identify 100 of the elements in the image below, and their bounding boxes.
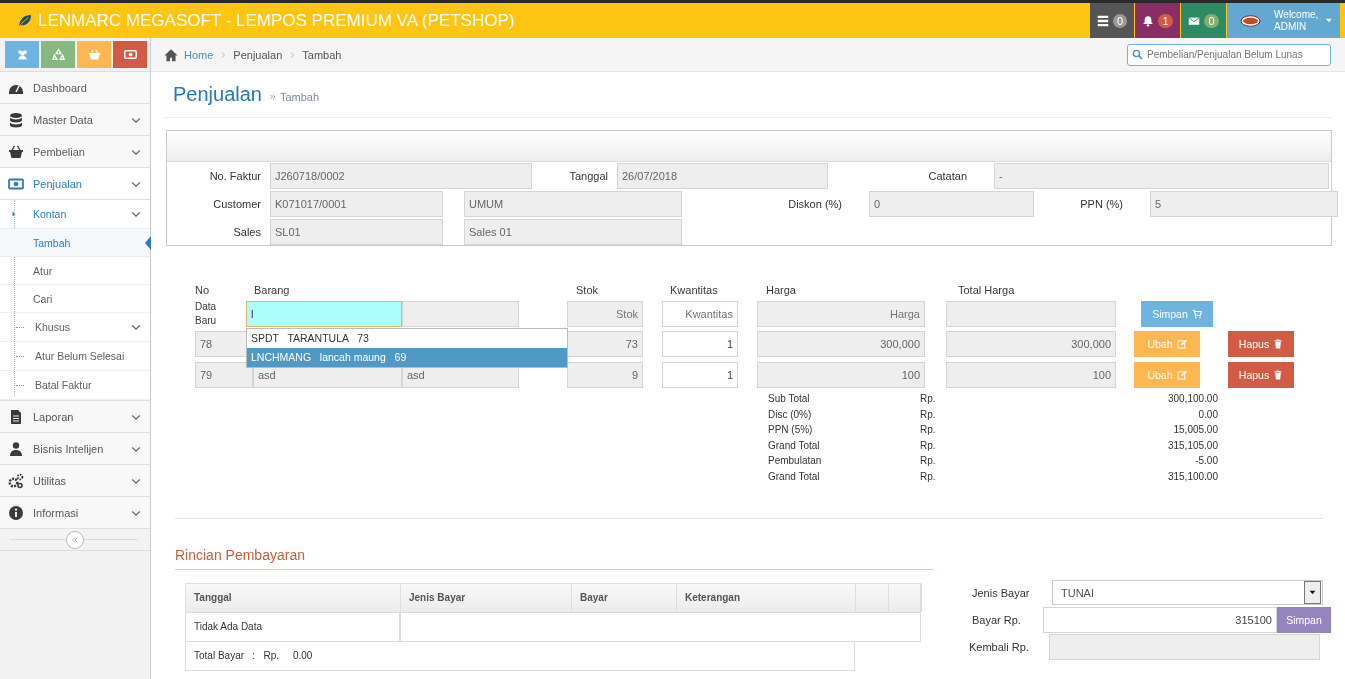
- tax-field[interactable]: 5: [1150, 191, 1338, 217]
- column-header: Total Harga: [957, 283, 1016, 296]
- column-header: Tanggal: [186, 583, 401, 612]
- submenu-item[interactable]: Khusus: [0, 313, 150, 342]
- column-header: Barang: [253, 283, 291, 296]
- currency-label: Rp.: [920, 392, 937, 406]
- delete-button[interactable]: Hapus: [1228, 331, 1294, 357]
- price-field[interactable]: 100: [757, 362, 925, 388]
- submenu-item[interactable]: Cari: [0, 285, 150, 313]
- search-icon: [1132, 49, 1143, 60]
- notifications-button[interactable]: 1: [1135, 3, 1180, 38]
- document-icon: [8, 408, 24, 425]
- delete-button[interactable]: Hapus: [1228, 362, 1294, 388]
- home-icon: [164, 47, 178, 62]
- sales-name-field[interactable]: Sales 01: [464, 219, 682, 245]
- user-icon: [8, 440, 24, 457]
- date-field[interactable]: 26/07/2018: [617, 163, 828, 189]
- column-header: Jenis Bayar: [401, 583, 572, 612]
- shortcut-button[interactable]: [5, 41, 39, 68]
- submenu-item[interactable]: Tambah: [0, 229, 150, 257]
- cart-icon: [1191, 309, 1202, 319]
- tasks-button[interactable]: 0: [1090, 3, 1134, 38]
- shortcut-button[interactable]: [41, 41, 75, 68]
- total-price-field[interactable]: 300,000: [946, 331, 1116, 357]
- search-field[interactable]: Pembelian/Penjualan Belum Lunas: [1127, 43, 1331, 66]
- customer-name-field[interactable]: UMUM: [464, 191, 682, 217]
- payment-type-select[interactable]: TUNAI: [1052, 580, 1323, 606]
- quantity-field[interactable]: 1: [662, 362, 738, 388]
- currency-label: Rp.: [920, 423, 937, 438]
- sidebar-item[interactable]: Pembelian: [0, 136, 150, 168]
- chevron-right-icon: [219, 50, 228, 59]
- field-label: Kembali Rp.: [969, 640, 1030, 653]
- discount-field[interactable]: 0: [869, 191, 1034, 217]
- currency-label: Rp.: [920, 454, 937, 469]
- total-value: 315,105.00: [1166, 438, 1218, 453]
- table-cell: Total Bayar : Rp. 0.00: [185, 641, 855, 671]
- autocomplete-option[interactable]: LNCHMANG lancah maung 69: [247, 348, 567, 367]
- stock-field[interactable]: Stok: [567, 301, 643, 327]
- column-header: Keterangan: [677, 583, 856, 612]
- submenu-item[interactable]: Atur: [0, 257, 150, 285]
- item-name-field[interactable]: [402, 301, 519, 327]
- currency-label: Rp.: [920, 438, 937, 453]
- submenu-item[interactable]: Atur Belum Selesai: [0, 342, 150, 371]
- sidebar-item[interactable]: Bisnis Intelijen: [0, 433, 150, 465]
- sidebar-item[interactable]: Informasi: [0, 497, 150, 529]
- total-value: 0.00: [1197, 407, 1218, 422]
- total-value: 315,100.00: [1166, 469, 1218, 484]
- total-value: 15,005.00: [1172, 423, 1218, 438]
- price-field[interactable]: 300,000: [757, 331, 925, 357]
- sidebar-item[interactable]: Penjualan: [0, 168, 150, 200]
- total-label: Pembulatan: [768, 454, 823, 469]
- page-title: Penjualan: [173, 83, 262, 106]
- quantity-field[interactable]: Kwantitas: [662, 301, 738, 327]
- database-icon: [8, 111, 24, 128]
- basket-icon: [87, 48, 101, 61]
- column-header: Kwantitas: [669, 283, 719, 296]
- price-field[interactable]: Harga: [757, 301, 925, 327]
- total-label: Grand Total: [768, 438, 821, 453]
- row-number-field[interactable]: 79: [195, 362, 253, 388]
- invoice-number-field[interactable]: J260718/0002: [270, 163, 532, 189]
- shortcut-button[interactable]: [113, 41, 147, 68]
- customer-code-field[interactable]: K071017/0001: [270, 191, 443, 217]
- bell-icon: [1142, 14, 1155, 27]
- column-header: Stok: [575, 283, 599, 296]
- column-header: No: [195, 283, 211, 296]
- breadcrumb-link[interactable]: Home: [184, 48, 214, 61]
- total-value: -5.00: [1194, 454, 1218, 469]
- double-chevron-right-icon: [268, 93, 277, 101]
- section-title: Rincian Pembayaran: [175, 546, 933, 570]
- total-price-field[interactable]: 100: [946, 362, 1116, 388]
- breadcrumb-item: Tambah: [302, 48, 342, 61]
- field-label: Tanggal: [568, 170, 609, 182]
- quantity-field[interactable]: 1: [662, 331, 738, 357]
- change-field[interactable]: [1049, 633, 1320, 660]
- currency-label: Rp.: [920, 407, 937, 422]
- double-chevron-left-icon: [70, 534, 80, 545]
- submenu-item[interactable]: Batal Faktur: [0, 371, 150, 400]
- collapse-sidebar-button[interactable]: [66, 530, 84, 549]
- table-cell: Tidak Ada Data: [185, 612, 400, 642]
- breadcrumb-item: Penjualan: [233, 48, 283, 61]
- stock-field[interactable]: 73: [567, 331, 643, 357]
- sidebar-item[interactable]: Utilitas: [0, 465, 150, 497]
- row-label: Data Baru: [195, 300, 218, 328]
- sales-code-field[interactable]: SL01: [270, 219, 443, 245]
- tasks-icon: [1096, 14, 1109, 27]
- sidebar-item[interactable]: Master Data: [0, 104, 150, 136]
- notes-field[interactable]: -: [994, 163, 1329, 189]
- sidebar-item[interactable]: Dashboard: [0, 72, 150, 104]
- total-value: 300,100.00: [1166, 392, 1218, 406]
- stock-field[interactable]: 9: [567, 362, 643, 388]
- basket-icon: [8, 143, 24, 160]
- trash-icon: [1273, 370, 1284, 380]
- item-search-field[interactable]: l: [246, 301, 402, 327]
- payment-amount-field[interactable]: 315100: [1043, 606, 1277, 633]
- total-price-field[interactable]: [946, 301, 1116, 327]
- gears-icon: [8, 472, 24, 489]
- field-label: Bayar Rp.: [971, 613, 1022, 626]
- save-payment-button[interactable]: Simpan: [1277, 606, 1331, 633]
- shortcut-button[interactable]: [77, 41, 111, 68]
- sidebar-item[interactable]: Laporan: [0, 401, 150, 433]
